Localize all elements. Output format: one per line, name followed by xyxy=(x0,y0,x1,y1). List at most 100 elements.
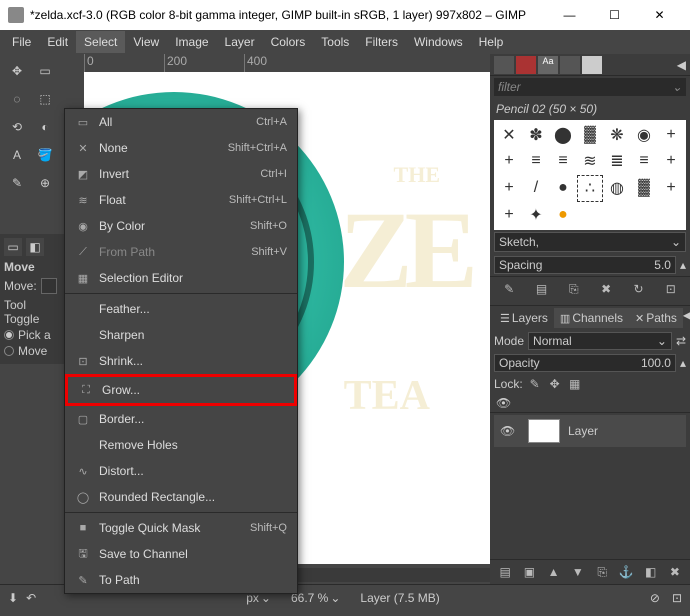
brush-category-select[interactable]: Sketch,⌄ xyxy=(494,232,686,252)
mask-layer-icon[interactable]: ◧ xyxy=(643,564,659,580)
menu-item-save-to-channel[interactable]: 🖫Save to Channel xyxy=(65,541,297,567)
tab-layers[interactable]: ☰Layers xyxy=(494,308,554,328)
open-brush-icon[interactable]: ⊡ xyxy=(663,281,679,297)
delete-layer-icon[interactable]: ✖ xyxy=(667,564,683,580)
menu-item-icon: ▦ xyxy=(75,270,91,286)
menu-item-invert[interactable]: ◩InvertCtrl+I xyxy=(65,161,297,187)
delete-brush-icon[interactable]: ✖ xyxy=(598,281,614,297)
eye-icon[interactable]: 👁 xyxy=(496,396,511,410)
duplicate-layer-icon[interactable]: ⎘ xyxy=(594,564,610,580)
menu-select[interactable]: Select xyxy=(76,31,125,53)
dock-tab-icon[interactable] xyxy=(582,56,602,74)
layer-group-icon[interactable]: ▣ xyxy=(521,564,537,580)
lock-position-icon[interactable]: ✥ xyxy=(547,376,563,392)
titlebar: *zelda.xcf-3.0 (RGB color 8-bit gamma in… xyxy=(0,0,690,30)
move-tool-icon[interactable]: ✥ xyxy=(4,58,30,84)
menu-item-grow[interactable]: ⛶Grow... xyxy=(65,374,297,406)
menu-item-all[interactable]: ▭AllCtrl+A xyxy=(65,109,297,135)
tab-paths[interactable]: ✕Paths xyxy=(629,308,683,328)
menu-item-border[interactable]: ▢Border... xyxy=(65,406,297,432)
revert-status-icon[interactable]: ↶ xyxy=(26,591,36,605)
menu-item-icon xyxy=(75,327,91,343)
mode-select[interactable]: Normal⌄ xyxy=(528,332,672,350)
dock-tab-icon[interactable]: ▭ xyxy=(4,238,22,256)
move-option-radio[interactable]: Move xyxy=(4,344,61,358)
menu-item-label: Selection Editor xyxy=(99,271,279,285)
menu-item-sharpen[interactable]: Sharpen xyxy=(65,322,297,348)
menu-file[interactable]: File xyxy=(4,31,39,53)
menu-item-float[interactable]: ≋FloatShift+Ctrl+L xyxy=(65,187,297,213)
app-icon xyxy=(8,7,24,23)
menu-view[interactable]: View xyxy=(125,31,167,53)
raise-layer-icon[interactable]: ▲ xyxy=(546,564,562,580)
duplicate-brush-icon[interactable]: ⎘ xyxy=(566,281,582,297)
clone-tool-icon[interactable]: ⊕ xyxy=(32,170,58,196)
menu-edit[interactable]: Edit xyxy=(39,31,76,53)
menu-image[interactable]: Image xyxy=(167,31,216,53)
menu-layer[interactable]: Layer xyxy=(217,31,263,53)
mode-label: Mode xyxy=(494,334,524,348)
menu-item-shrink[interactable]: ⊡Shrink... xyxy=(65,348,297,374)
menu-windows[interactable]: Windows xyxy=(406,31,471,53)
select-tool-icon[interactable]: ▭ xyxy=(32,58,58,84)
menu-help[interactable]: Help xyxy=(471,31,512,53)
menu-filters[interactable]: Filters xyxy=(357,31,406,53)
brush-grid[interactable]: ✕✽⬤▓❋◉+ +≡≡≋≣≡+ +/●∴◍▓+ +✦● xyxy=(494,120,686,230)
minimize-button[interactable]: — xyxy=(547,0,592,30)
brush-filter-input[interactable]: filter⌄ xyxy=(494,78,686,96)
dock-menu-icon[interactable]: ◀ xyxy=(683,308,690,328)
layer-row[interactable]: 👁 Layer xyxy=(494,415,686,447)
lasso-tool-icon[interactable]: ◌ xyxy=(4,86,30,112)
dock-tab-icon[interactable] xyxy=(560,56,580,74)
menu-item-label: Sharpen xyxy=(99,328,279,342)
save-status-icon[interactable]: ⬇ xyxy=(8,591,18,605)
maximize-button[interactable]: ☐ xyxy=(592,0,637,30)
bucket-tool-icon[interactable]: 🪣 xyxy=(32,142,58,168)
brush-tool-icon[interactable]: ✎ xyxy=(4,170,30,196)
opacity-up-icon[interactable]: ▴ xyxy=(680,356,686,370)
edit-brush-icon[interactable]: ✎ xyxy=(501,281,517,297)
layer-visibility-icon[interactable]: 👁 xyxy=(500,424,520,438)
merge-layer-icon[interactable]: ⚓ xyxy=(618,564,634,580)
spacing-up-icon[interactable]: ▴ xyxy=(680,258,686,272)
menu-item-label: Feather... xyxy=(99,302,279,316)
lock-pixels-icon[interactable]: ✎ xyxy=(527,376,543,392)
new-layer-icon[interactable]: ▤ xyxy=(497,564,513,580)
menu-colors[interactable]: Colors xyxy=(263,31,314,53)
lower-layer-icon[interactable]: ▼ xyxy=(570,564,586,580)
move-mode-icon[interactable] xyxy=(41,278,57,294)
dock-tab-icon[interactable] xyxy=(494,56,514,74)
menu-item-rounded-rectangle[interactable]: ◯Rounded Rectangle... xyxy=(65,484,297,510)
close-button[interactable]: ✕ xyxy=(637,0,682,30)
mode-switch-icon[interactable]: ⇄ xyxy=(676,334,686,348)
menu-item-selection-editor[interactable]: ▦ Selection Editor xyxy=(65,265,297,291)
text-tool-icon[interactable]: A xyxy=(4,142,30,168)
lock-alpha-icon[interactable]: ▦ xyxy=(567,376,583,392)
menu-item-feather[interactable]: Feather... xyxy=(65,296,297,322)
menu-item-to-path[interactable]: ✎To Path xyxy=(65,567,297,593)
dock-tab-icon[interactable]: ◧ xyxy=(26,238,44,256)
dock-tab-icon[interactable] xyxy=(516,56,536,74)
ruler-horizontal: 0200400 xyxy=(84,54,490,72)
opacity-slider[interactable]: Opacity100.0 xyxy=(494,354,676,372)
menu-item-by-color[interactable]: ◉By ColorShift+O xyxy=(65,213,297,239)
menu-tools[interactable]: Tools xyxy=(313,31,357,53)
menu-item-icon: ≋ xyxy=(75,192,91,208)
rotate-tool-icon[interactable]: ⟲ xyxy=(4,114,30,140)
menu-item-none[interactable]: ✕NoneShift+Ctrl+A xyxy=(65,135,297,161)
new-brush-icon[interactable]: ▤ xyxy=(533,281,549,297)
refresh-brush-icon[interactable]: ↻ xyxy=(630,281,646,297)
move-option-radio[interactable]: Pick a xyxy=(4,328,61,342)
crop-tool-icon[interactable]: ⬚ xyxy=(32,86,58,112)
menu-item-toggle-quick-mask[interactable]: ■Toggle Quick MaskShift+Q xyxy=(65,515,297,541)
layer-name-label[interactable]: Layer xyxy=(568,424,598,438)
menu-item-distort[interactable]: ∿Distort... xyxy=(65,458,297,484)
status-cancel-icon[interactable]: ⊘ xyxy=(650,591,660,605)
dock-menu-icon[interactable]: ◀ xyxy=(677,58,686,72)
spacing-input[interactable]: Spacing5.0 xyxy=(494,256,676,274)
tab-channels[interactable]: ▥Channels xyxy=(554,308,629,328)
dock-tab-icon[interactable]: Aa xyxy=(538,56,558,74)
status-toggle-icon[interactable]: ⊡ xyxy=(672,591,682,605)
menu-item-remove-holes[interactable]: Remove Holes xyxy=(65,432,297,458)
warp-tool-icon[interactable]: ◐ xyxy=(32,114,58,140)
